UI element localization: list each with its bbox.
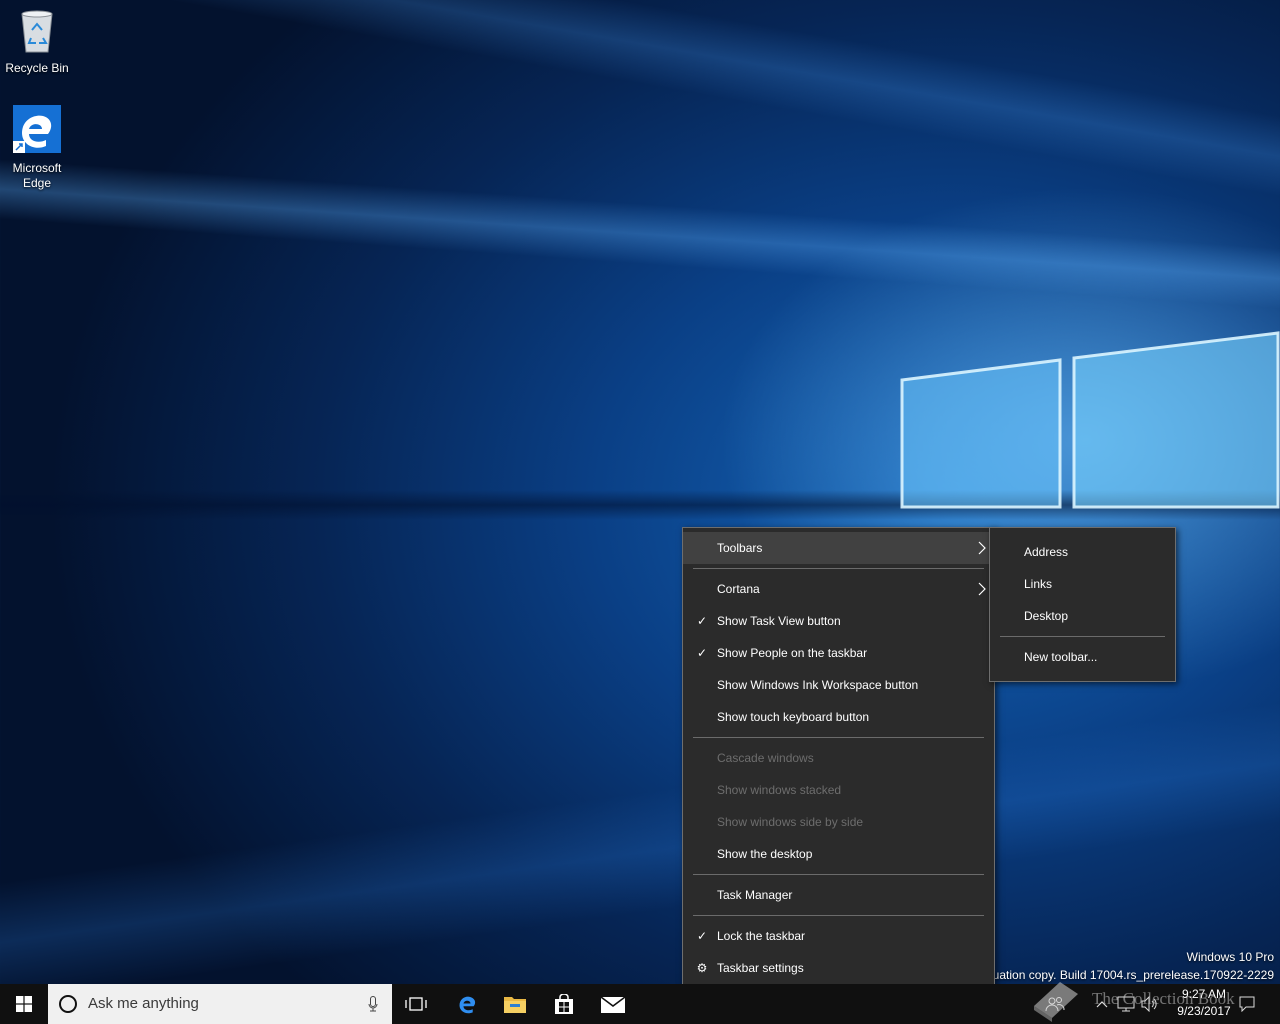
- action-center-icon: [1239, 996, 1255, 1012]
- taskbar-store-button[interactable]: [540, 984, 588, 1024]
- taskbar-edge-button[interactable]: [443, 984, 491, 1024]
- menu-item-label: New toolbar...: [1024, 650, 1098, 664]
- wallpaper-shadow: [0, 490, 1280, 520]
- menu-item-label: Lock the taskbar: [717, 929, 806, 943]
- menu-item-label: Toolbars: [717, 541, 763, 555]
- menu-separator: [693, 737, 984, 738]
- menu-item-label: Show Windows Ink Workspace button: [717, 678, 919, 692]
- menu-item-label: Links: [1024, 577, 1053, 591]
- menu-item-label: Address: [1024, 545, 1069, 559]
- action-center-button[interactable]: [1232, 984, 1262, 1024]
- submenu-item-new-toolbar[interactable]: New toolbar...: [990, 641, 1175, 673]
- wallpaper-beam: [0, 0, 1280, 200]
- mail-icon: [601, 996, 625, 1013]
- menu-item-show-task-view[interactable]: ✓ Show Task View button: [683, 605, 994, 637]
- menu-item-show-touch-keyboard[interactable]: Show touch keyboard button: [683, 701, 994, 733]
- menu-item-show-desktop[interactable]: Show the desktop: [683, 838, 994, 870]
- menu-separator: [1000, 636, 1165, 637]
- desktop-icon-recycle-bin[interactable]: Recycle Bin: [0, 8, 74, 76]
- menu-item-show-people[interactable]: ✓ Show People on the taskbar: [683, 637, 994, 669]
- menu-item-label: Show windows side by side: [717, 815, 864, 829]
- edge-icon: [13, 105, 61, 153]
- windows-logo-wallpaper: [900, 331, 1280, 509]
- chevron-right-icon: [978, 582, 986, 596]
- site-watermark: The Collection Book: [1092, 989, 1235, 1008]
- menu-item-show-ink-workspace[interactable]: Show Windows Ink Workspace button: [683, 669, 994, 701]
- submenu-item-desktop[interactable]: Desktop: [990, 600, 1175, 632]
- chevron-right-icon: [978, 541, 986, 555]
- checkmark-icon: ✓: [696, 614, 708, 628]
- menu-item-label: Show Task View button: [717, 614, 841, 628]
- recycle-bin-icon: [21, 10, 53, 53]
- task-view-icon: [405, 997, 427, 1011]
- checkmark-icon: ✓: [696, 929, 708, 943]
- file-explorer-icon: [504, 997, 526, 1013]
- menu-item-label: Cascade windows: [717, 751, 814, 765]
- toolbars-submenu: Address Links Desktop New toolbar...: [989, 527, 1176, 682]
- menu-item-taskbar-settings[interactable]: ⚙ Taskbar settings: [683, 952, 994, 984]
- book-logo-icon: [1034, 982, 1078, 1022]
- wallpaper-beam: [0, 700, 1280, 1003]
- microphone-icon[interactable]: [368, 996, 378, 1012]
- menu-item-cortana[interactable]: Cortana: [683, 573, 994, 605]
- menu-item-label: Show windows stacked: [717, 783, 842, 797]
- desktop-icon-label: Microsoft Edge: [12, 161, 62, 190]
- taskbar-mail-button[interactable]: [589, 984, 637, 1024]
- submenu-item-links[interactable]: Links: [990, 568, 1175, 600]
- task-view-button[interactable]: [392, 984, 440, 1024]
- edge-icon: [459, 996, 476, 1014]
- menu-item-label: Show People on the taskbar: [717, 646, 868, 660]
- checkmark-icon: ✓: [696, 646, 708, 660]
- menu-item-label: Show touch keyboard button: [717, 710, 870, 724]
- menu-item-label: Show the desktop: [717, 847, 813, 861]
- menu-item-label: Desktop: [1024, 609, 1069, 623]
- start-button[interactable]: [0, 984, 48, 1024]
- menu-item-label: Cortana: [717, 582, 760, 596]
- desktop-icon-microsoft-edge[interactable]: Microsoft Edge: [0, 104, 74, 191]
- desktop-icon-label: Recycle Bin: [5, 61, 69, 75]
- gear-icon: ⚙: [696, 961, 708, 975]
- submenu-item-address[interactable]: Address: [990, 536, 1175, 568]
- cortana-search-box[interactable]: Ask me anything: [48, 984, 392, 1024]
- menu-separator: [693, 874, 984, 875]
- menu-item-label: Taskbar settings: [717, 961, 804, 975]
- taskbar-file-explorer-button[interactable]: [491, 984, 539, 1024]
- taskbar[interactable]: Ask me anything 9:27 AM 9/23/2017: [0, 984, 1280, 1024]
- wallpaper-beam: [0, 159, 1280, 310]
- menu-item-windows-stacked: Show windows stacked: [683, 774, 994, 806]
- menu-item-label: Task Manager: [717, 888, 793, 902]
- cortana-icon: [59, 995, 77, 1013]
- menu-item-cascade-windows: Cascade windows: [683, 742, 994, 774]
- menu-item-windows-side-by-side: Show windows side by side: [683, 806, 994, 838]
- menu-separator: [693, 915, 984, 916]
- taskbar-context-menu: Toolbars Cortana ✓ Show Task View button…: [682, 527, 995, 989]
- menu-item-toolbars[interactable]: Toolbars: [683, 532, 994, 564]
- menu-item-lock-taskbar[interactable]: ✓ Lock the taskbar: [683, 920, 994, 952]
- search-placeholder: Ask me anything: [88, 995, 199, 1012]
- menu-separator: [693, 568, 984, 569]
- windows-start-icon: [16, 996, 32, 1012]
- store-icon: [555, 994, 573, 1014]
- edition-watermark: Windows 10 Pro: [1186, 950, 1274, 964]
- build-watermark: Evaluation copy. Build 17004.rs_prerelea…: [969, 968, 1274, 982]
- menu-item-task-manager[interactable]: Task Manager: [683, 879, 994, 911]
